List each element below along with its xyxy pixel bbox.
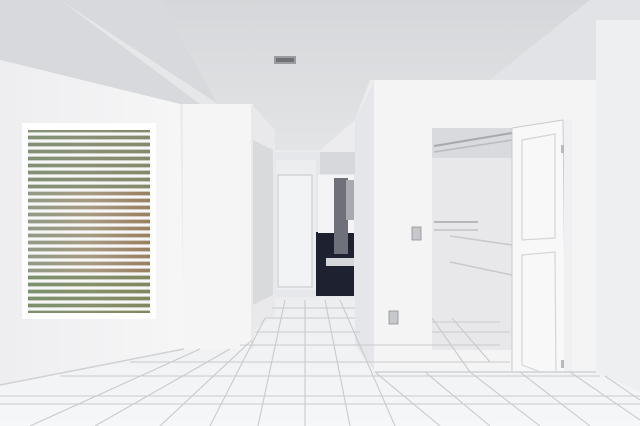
wall-outlet-icon <box>388 310 399 325</box>
sink <box>326 258 354 266</box>
bathroom-area <box>275 152 355 297</box>
partition-wall <box>183 104 275 349</box>
light-switch-icon[interactable] <box>411 226 422 241</box>
left-wall <box>0 60 198 385</box>
shower-curtain <box>334 178 348 254</box>
room-photo <box>0 0 640 426</box>
closet-door[interactable] <box>511 119 572 398</box>
